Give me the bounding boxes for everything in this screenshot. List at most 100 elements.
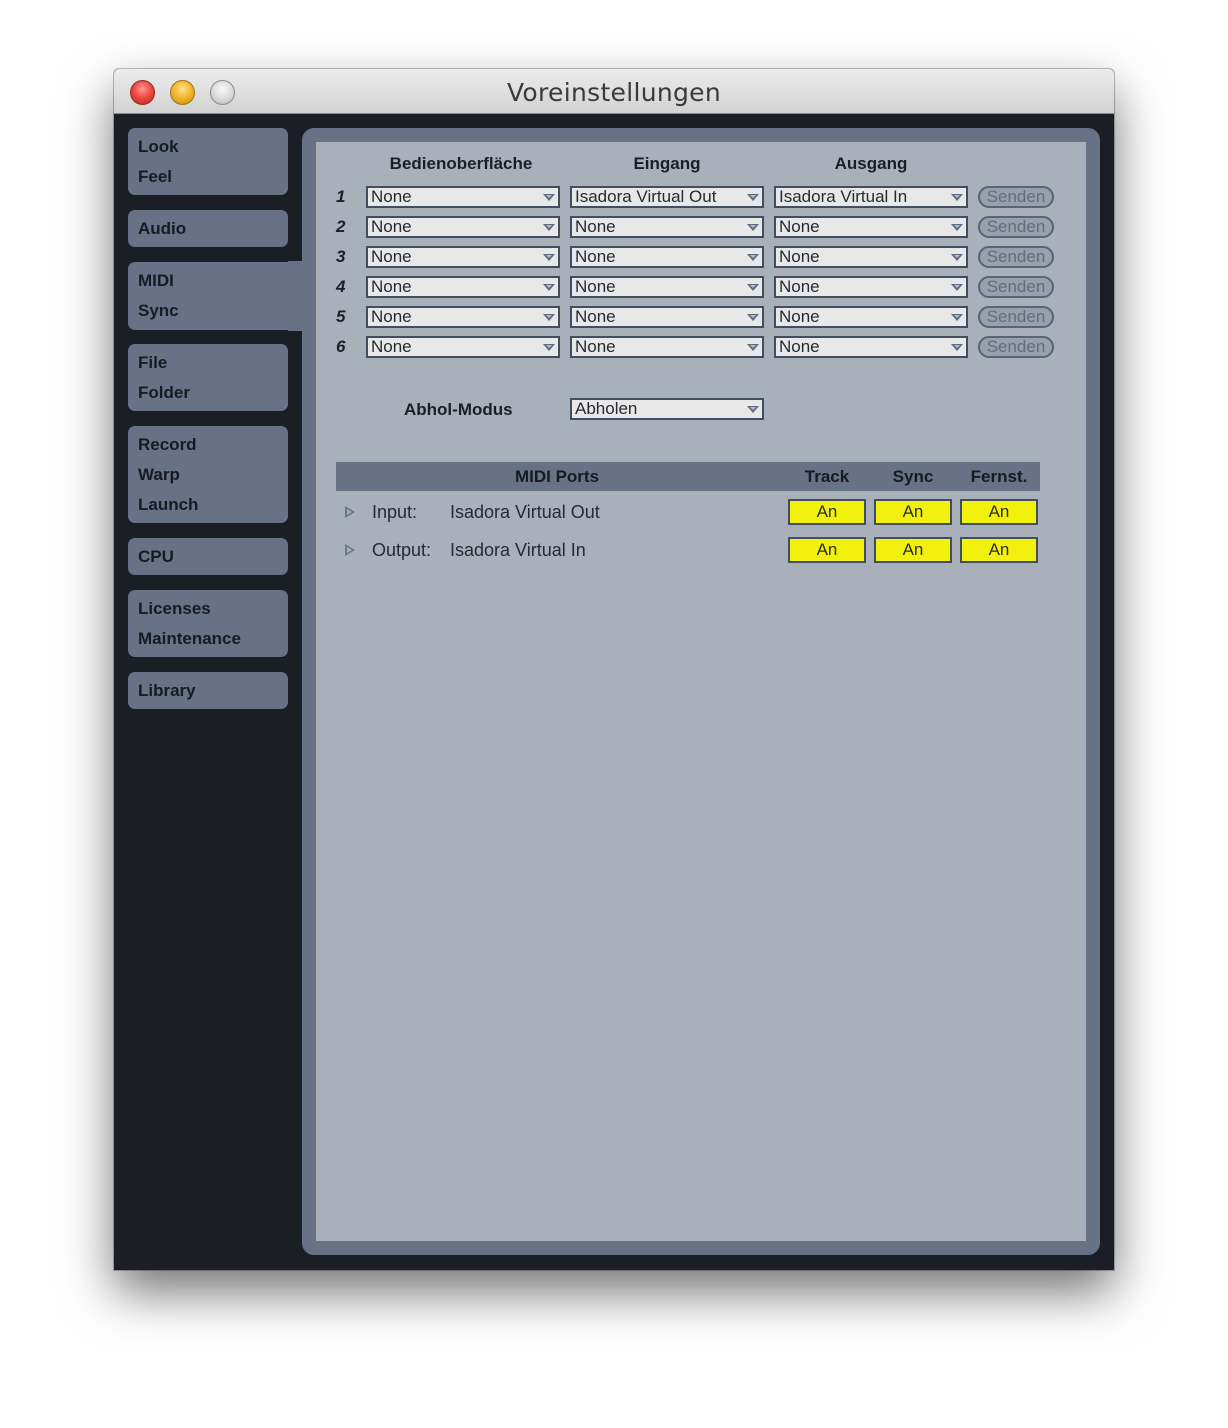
input-value: None [575, 337, 616, 356]
send-button[interactable]: Senden [978, 216, 1054, 238]
send-button[interactable]: Senden [978, 306, 1054, 328]
track-toggle[interactable]: An [788, 499, 866, 525]
midi-port-row: Input: Isadora Virtual Out An An An [336, 497, 1040, 527]
surface-dropdown[interactable]: None [366, 186, 560, 208]
expand-triangle-icon[interactable] [345, 544, 355, 556]
surface-value: None [371, 217, 412, 236]
port-name: Isadora Virtual Out [450, 502, 600, 522]
port-direction: Output: [372, 540, 432, 560]
settings-content: Bedienoberfläche Eingang Ausgang 1 None Is… [316, 142, 1086, 1241]
midi-ports-header: MIDI Ports Track Sync Fernst. [336, 462, 1040, 491]
sidebar-item-record-warp-launch[interactable]: Record Warp Launch [128, 426, 288, 523]
input-dropdown[interactable]: None [570, 246, 764, 268]
output-value: None [779, 277, 820, 296]
output-value: None [779, 217, 820, 236]
surface-value: None [371, 307, 412, 326]
chevron-down-icon [543, 254, 555, 261]
send-button[interactable]: Senden [978, 276, 1054, 298]
surface-dropdown[interactable]: None [366, 246, 560, 268]
track-toggle[interactable]: An [788, 537, 866, 563]
row-number: 5 [336, 307, 346, 326]
row-number: 2 [336, 217, 346, 236]
chevron-down-icon [747, 194, 759, 201]
sidebar-item-look-feel[interactable]: Look Feel [128, 128, 288, 195]
output-dropdown[interactable]: None [774, 246, 968, 268]
send-button[interactable]: Senden [978, 336, 1054, 358]
sidebar-item-file-folder[interactable]: File Folder [128, 344, 288, 411]
sidebar-item-cpu[interactable]: CPU [128, 538, 288, 575]
input-dropdown[interactable]: None [570, 336, 764, 358]
preferences-window: Voreinstellungen Look Feel Audio MIDI Sy… [114, 69, 1114, 1270]
input-value: None [575, 307, 616, 326]
input-dropdown[interactable]: Isadora Virtual Out [570, 186, 764, 208]
surface-value: None [371, 187, 412, 206]
sidebar-item-label: Warp [138, 465, 180, 484]
chevron-down-icon [543, 344, 555, 351]
output-dropdown[interactable]: Isadora Virtual In [774, 186, 968, 208]
chevron-down-icon [747, 314, 759, 321]
surface-dropdown[interactable]: None [366, 336, 560, 358]
sidebar-item-label: Audio [138, 219, 187, 238]
row-number: 3 [336, 247, 346, 266]
sidebar-item-label: Maintenance [138, 629, 241, 648]
send-button[interactable]: Senden [978, 186, 1054, 208]
sync-toggle[interactable]: An [874, 499, 952, 525]
input-dropdown[interactable]: None [570, 276, 764, 298]
takeover-mode-value: Abholen [575, 399, 638, 418]
surface-dropdown[interactable]: None [366, 276, 560, 298]
input-dropdown[interactable]: None [570, 216, 764, 238]
chevron-down-icon [747, 344, 759, 351]
output-value: None [779, 337, 820, 356]
chevron-down-icon [951, 344, 963, 351]
column-header-input: Eingang [633, 154, 701, 173]
sidebar-item-library[interactable]: Library [128, 672, 288, 709]
sidebar-item-label: Feel [138, 167, 173, 186]
remote-toggle[interactable]: An [960, 499, 1038, 525]
input-value: None [575, 277, 616, 296]
chevron-down-icon [951, 224, 963, 231]
input-dropdown[interactable]: None [570, 306, 764, 328]
port-name: Isadora Virtual In [450, 540, 586, 560]
sidebar-item-audio[interactable]: Audio [128, 210, 288, 247]
send-button[interactable]: Senden [978, 246, 1054, 268]
sidebar-item-licenses-maintenance[interactable]: Licenses Maintenance [128, 590, 288, 657]
sync-toggle[interactable]: An [874, 537, 952, 563]
chevron-down-icon [951, 194, 963, 201]
chevron-down-icon [747, 224, 759, 231]
row-number: 4 [336, 277, 346, 296]
sidebar-item-midi-sync[interactable]: MIDI Sync [128, 262, 318, 330]
expand-triangle-icon[interactable] [345, 506, 355, 518]
remote-toggle[interactable]: An [960, 537, 1038, 563]
sidebar-item-label: Folder [138, 383, 190, 402]
sidebar-item-label: File [138, 353, 168, 372]
column-header-output: Ausgang [834, 154, 908, 173]
title-bar[interactable]: Voreinstellungen [114, 69, 1114, 114]
chevron-down-icon [543, 194, 555, 201]
column-header-surface: Bedienoberfläche [389, 154, 533, 173]
chevron-down-icon [543, 314, 555, 321]
chevron-down-icon [747, 254, 759, 261]
output-value: None [779, 247, 820, 266]
chevron-down-icon [951, 314, 963, 321]
output-dropdown[interactable]: None [774, 336, 968, 358]
surface-dropdown[interactable]: None [366, 306, 560, 328]
surface-value: None [371, 277, 412, 296]
sidebar-item-label: Record [138, 435, 197, 454]
chevron-down-icon [951, 284, 963, 291]
surface-dropdown[interactable]: None [366, 216, 560, 238]
sidebar-item-label: Library [138, 681, 196, 700]
sidebar-item-label: MIDI [138, 271, 174, 290]
output-value: None [779, 307, 820, 326]
output-dropdown[interactable]: None [774, 216, 968, 238]
output-dropdown[interactable]: None [774, 306, 968, 328]
window-title: Voreinstellungen [506, 78, 722, 107]
settings-panel: Bedienoberfläche Eingang Ausgang 1 None Is… [302, 128, 1100, 1255]
track-header: Track [804, 467, 850, 486]
output-value: Isadora Virtual In [779, 187, 908, 206]
input-value: None [575, 217, 616, 236]
output-dropdown[interactable]: None [774, 276, 968, 298]
sidebar-item-label: Look [138, 137, 179, 156]
midi-port-row: Output: Isadora Virtual In An An An [336, 535, 1040, 565]
chevron-down-icon [951, 254, 963, 261]
takeover-mode-dropdown[interactable]: Abholen [570, 398, 764, 420]
